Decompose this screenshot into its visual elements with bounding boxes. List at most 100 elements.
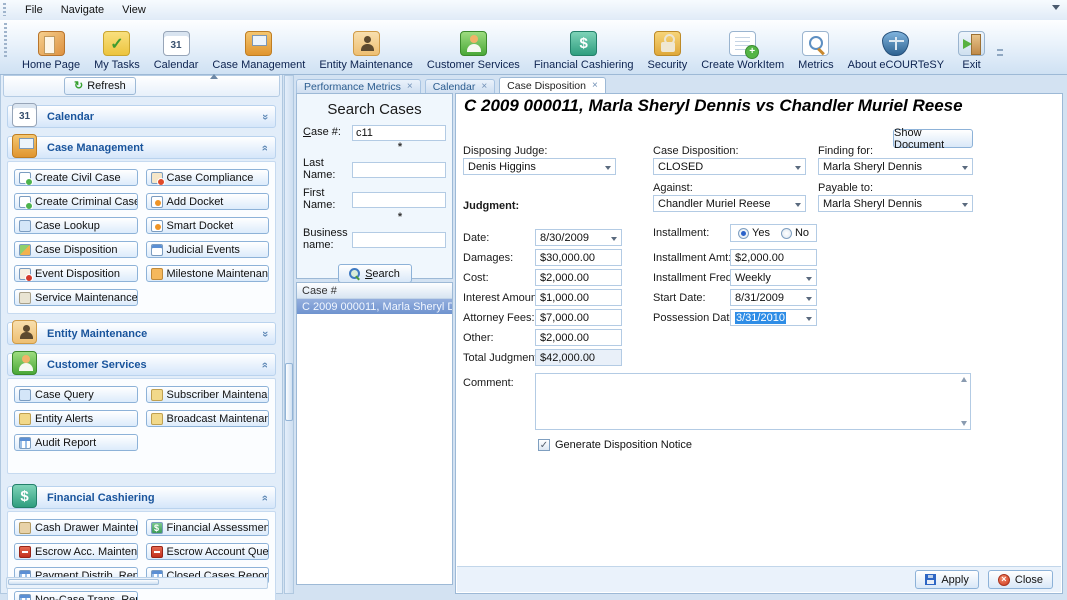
search-icon (349, 268, 360, 279)
comment-textarea[interactable] (535, 373, 971, 430)
sidebar-item-case-disposition[interactable]: Case Disposition (14, 241, 138, 258)
attorney-fees-input[interactable]: $7,000.00 (535, 309, 622, 326)
damages-input[interactable]: $30,000.00 (535, 249, 622, 266)
menu-bar: File Navigate View (0, 0, 1067, 20)
date-dropdown[interactable]: 8/30/2009 (535, 229, 622, 246)
sidebar-section-case-management[interactable]: Case Management » (7, 136, 276, 159)
toolbar-financial-cashiering[interactable]: Financial Cashiering (527, 21, 641, 73)
sidebar-item-judicial-events[interactable]: Judicial Events (146, 241, 270, 258)
tab-close-icon[interactable]: × (407, 82, 413, 92)
sidebar-item-create-civil-case[interactable]: Create Civil Case (14, 169, 138, 186)
installment-no-option[interactable]: No (781, 227, 809, 239)
window-options-arrow-icon[interactable] (1052, 5, 1060, 10)
sidebar-item-case-compliance[interactable]: Case Compliance (146, 169, 270, 186)
sidebar-item-non-case-trans-report[interactable]: Non-Case Trans. Report (14, 591, 138, 600)
sidebar-item-case-query[interactable]: Case Query (14, 386, 138, 403)
show-document-button[interactable]: Show Document (893, 129, 973, 148)
chevron-down-icon[interactable]: » (258, 114, 272, 120)
menu-navigate[interactable]: Navigate (52, 2, 113, 18)
result-row-selected[interactable]: C 2009 000011, Marla Sheryl Den... (297, 299, 452, 314)
tab-performance-metrics[interactable]: Performance Metrics × (296, 79, 421, 94)
chevron-up-icon[interactable]: » (258, 495, 272, 501)
sidebar-item-event-disposition[interactable]: Event Disposition (14, 265, 138, 282)
toolbar-about[interactable]: About eCOURTeSY (841, 21, 951, 73)
results-column-header[interactable]: Case # (297, 283, 452, 299)
event-disposition-icon (19, 268, 31, 280)
chevron-down-icon[interactable]: » (258, 331, 272, 337)
sidebar-item-milestone-maintenance[interactable]: Milestone Maintenance (146, 265, 270, 282)
interest-amount-input[interactable]: $1,000.00 (535, 289, 622, 306)
toolbar-customer-services[interactable]: Customer Services (420, 21, 527, 73)
sidebar-section-calendar[interactable]: Calendar » (7, 105, 276, 128)
sidebar-horizontal-scrollbar[interactable] (6, 577, 268, 589)
toolbar-security[interactable]: Security (640, 21, 694, 73)
scroll-down-arrow-icon[interactable] (961, 421, 967, 426)
sidebar-item-broadcast-maintenance[interactable]: Broadcast Maintenance (146, 410, 270, 427)
document-tabstrip: Performance Metrics × Calendar × Case Di… (296, 77, 606, 94)
save-disk-icon (925, 574, 936, 585)
apply-button[interactable]: Apply (915, 570, 979, 589)
against-dropdown[interactable]: Chandler Muriel Reese (653, 195, 806, 212)
toolbar-entity-maintenance[interactable]: Entity Maintenance (312, 21, 420, 73)
toolbar-home-page[interactable]: Home Page (15, 21, 87, 73)
generate-notice-label: Generate Disposition Notice (555, 439, 692, 451)
cost-input[interactable]: $2,000.00 (535, 269, 622, 286)
sidebar-item-audit-report[interactable]: Audit Report (14, 434, 138, 451)
other-input[interactable]: $2,000.00 (535, 329, 622, 346)
sidebar-item-subscriber-maintenance[interactable]: Subscriber Maintenance (146, 386, 270, 403)
disposing-judge-dropdown[interactable]: Denis Higgins (463, 158, 616, 175)
search-button[interactable]: Search (338, 264, 412, 283)
entity-maintenance-section-icon (12, 320, 37, 344)
tab-label: Performance Metrics (304, 81, 401, 93)
sidebar-item-create-criminal-case[interactable]: Create Criminal Case (14, 193, 138, 210)
sidebar-vertical-scrollbar[interactable] (284, 75, 294, 594)
sidebar-section-customer-services[interactable]: Customer Services » (7, 353, 276, 376)
sidebar-item-escrow-acc-maintenance[interactable]: Escrow Acc. Maintenance (14, 543, 138, 560)
close-button[interactable]: Close (988, 570, 1053, 589)
sidebar-item-entity-alerts[interactable]: Entity Alerts (14, 410, 138, 427)
toolbar-create-workitem[interactable]: Create WorkItem (694, 21, 791, 73)
tab-close-icon[interactable]: × (592, 81, 598, 91)
menu-file[interactable]: File (16, 2, 52, 18)
toolbar-my-tasks[interactable]: My Tasks (87, 21, 147, 73)
installment-yes-option[interactable]: Yes (738, 227, 770, 239)
finding-for-dropdown[interactable]: Marla Sheryl Dennis (818, 158, 973, 175)
scroll-up-arrow-icon[interactable] (961, 377, 967, 382)
business-name-input[interactable] (352, 232, 446, 248)
refresh-button[interactable]: ↻ Refresh (64, 77, 136, 95)
sidebar-section-entity-maintenance[interactable]: Entity Maintenance » (7, 322, 276, 345)
generate-notice-row[interactable]: Generate Disposition Notice (538, 439, 692, 451)
payable-to-dropdown[interactable]: Marla Sheryl Dennis (818, 195, 973, 212)
sidebar-item-cash-drawer-maintenance[interactable]: Cash Drawer Maintenance (14, 519, 138, 536)
case-disposition-dropdown[interactable]: CLOSED (653, 158, 806, 175)
sidebar-item-case-lookup[interactable]: Case Lookup (14, 217, 138, 234)
possession-date-dropdown[interactable]: 3/31/2010 (730, 309, 817, 326)
chevron-up-icon[interactable]: » (258, 145, 272, 151)
sidebar-item-escrow-account-query[interactable]: Escrow Account Query (146, 543, 270, 560)
sidebar-item-label: Case Lookup (35, 220, 100, 232)
chevron-up-icon[interactable]: » (258, 362, 272, 368)
installment-amt-input[interactable]: $2,000.00 (730, 249, 817, 266)
sidebar-item-smart-docket[interactable]: Smart Docket (146, 217, 270, 234)
start-date-dropdown[interactable]: 8/31/2009 (730, 289, 817, 306)
tab-close-icon[interactable]: × (481, 82, 487, 92)
menu-view[interactable]: View (113, 2, 155, 18)
sidebar-section-financial-cashiering[interactable]: Financial Cashiering » (7, 486, 276, 509)
checkbox-checked-icon[interactable] (538, 439, 550, 451)
toolbar-case-management[interactable]: Case Management (205, 21, 312, 73)
toolbar-exit[interactable]: Exit (951, 21, 992, 73)
toolbar-metrics[interactable]: Metrics (791, 21, 840, 73)
sidebar-item-financial-assessments[interactable]: Financial Assessments (146, 519, 270, 536)
first-name-input[interactable] (352, 192, 446, 208)
toolbar-overflow-handle[interactable] (996, 33, 1004, 73)
case-number-input[interactable]: c11 (352, 125, 446, 141)
tab-case-disposition[interactable]: Case Disposition × (499, 77, 606, 94)
scroll-up-caret-icon[interactable] (210, 74, 218, 79)
sidebar-item-add-docket[interactable]: Add Docket (146, 193, 270, 210)
sidebar-item-service-maintenance[interactable]: Service Maintenance (14, 289, 138, 306)
tab-calendar[interactable]: Calendar × (425, 79, 495, 94)
sidebar-vertical-scrollbar-thumb[interactable] (285, 363, 293, 421)
installment-freq-dropdown[interactable]: Weekly (730, 269, 817, 286)
toolbar-calendar[interactable]: Calendar (147, 21, 206, 73)
last-name-input[interactable] (352, 162, 446, 178)
